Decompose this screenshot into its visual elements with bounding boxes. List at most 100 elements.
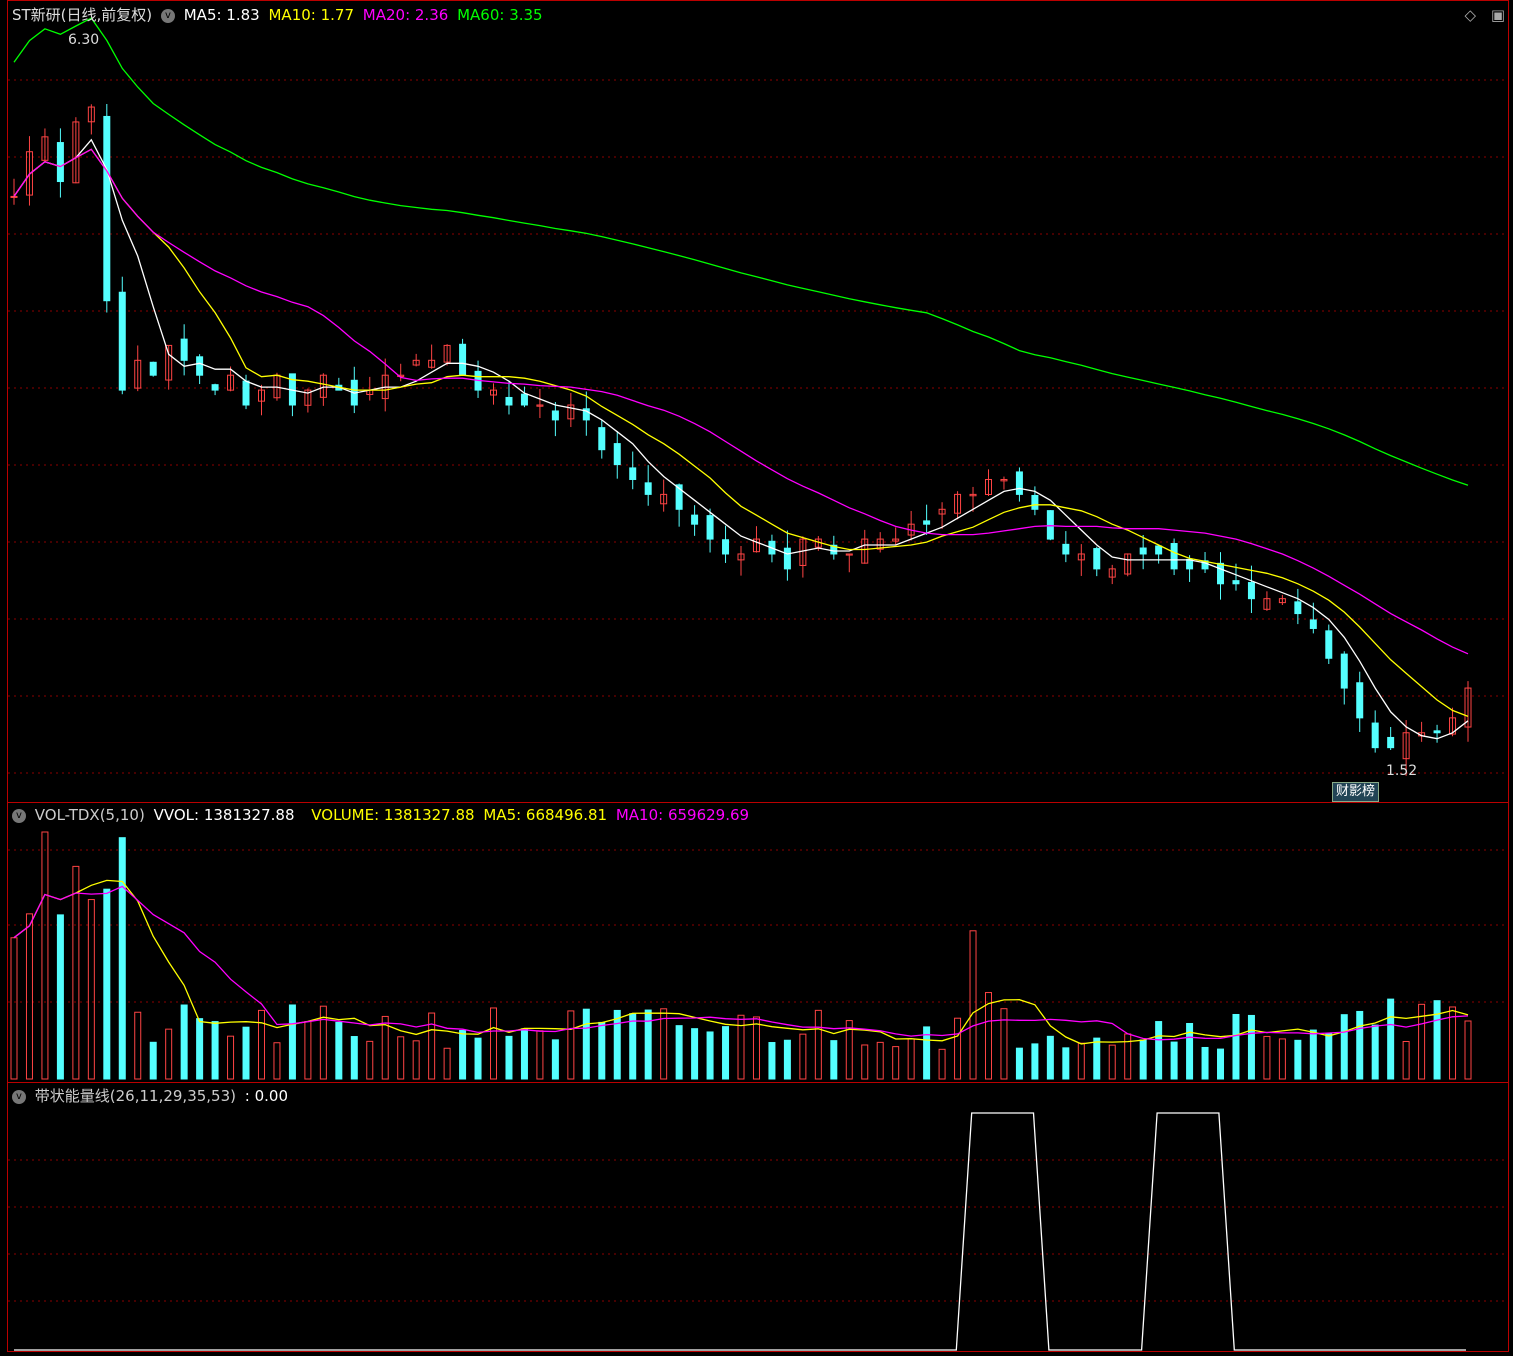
candle-body — [1093, 548, 1101, 570]
volume-bar — [490, 1007, 498, 1080]
energy-line — [14, 1112, 1466, 1351]
chart-canvas[interactable] — [0, 0, 1513, 1356]
candle-body — [1232, 580, 1240, 585]
volume-bar — [103, 888, 111, 1080]
volume-bar — [242, 1026, 250, 1080]
ma20-label: MA20: 2.36 — [362, 6, 449, 24]
candle-body — [598, 427, 606, 451]
dragon-tiger-badge[interactable]: 财影榜 — [1332, 782, 1380, 802]
volume-bar — [1232, 1013, 1240, 1080]
volume-bar — [366, 1040, 374, 1080]
volume-bar — [412, 1040, 420, 1080]
volume-bar — [861, 1044, 869, 1080]
volume-bar — [350, 1036, 358, 1080]
high-price-label: 6.30 — [68, 32, 100, 48]
volume-bar — [1263, 1035, 1271, 1080]
volume-bar — [675, 1025, 683, 1080]
ma60-label: MA60: 3.35 — [457, 6, 543, 24]
volume-indicator-name[interactable]: VOL-TDX(5,10) — [35, 806, 145, 824]
window-icon[interactable]: ▣ — [1491, 6, 1505, 24]
volume-bar — [134, 1011, 142, 1080]
volume-bar — [1170, 1041, 1178, 1080]
volume-bar — [907, 1038, 915, 1080]
volume-bar — [1015, 1047, 1023, 1080]
volume-bar — [1464, 1020, 1472, 1080]
candle-body — [1155, 545, 1163, 555]
volume-bar — [799, 1033, 807, 1080]
candle-body — [1356, 682, 1364, 719]
energy-value-label: : 0.00 — [244, 1087, 289, 1105]
volume-bar — [1217, 1048, 1225, 1080]
volume-bar — [567, 1010, 575, 1080]
volume-bar — [505, 1035, 513, 1080]
candle-body — [923, 520, 931, 525]
chevron-down-icon[interactable]: v — [12, 808, 26, 823]
candle-body — [1340, 653, 1348, 689]
volume-bar — [954, 1017, 962, 1080]
volume-bar — [783, 1039, 791, 1080]
volume-bar — [1155, 1021, 1163, 1080]
chevron-down-icon[interactable]: v — [160, 8, 175, 23]
candle-body — [1217, 562, 1225, 585]
volume-bar — [1309, 1029, 1317, 1080]
top-right-icons: ◇ ▣ — [1454, 6, 1505, 24]
candle-body — [1325, 630, 1333, 659]
volume-bar — [1278, 1038, 1286, 1080]
volume-bar — [1325, 1033, 1333, 1080]
candle-body — [1031, 494, 1039, 510]
volume-bar — [1356, 1010, 1364, 1080]
candle-body — [196, 356, 204, 376]
volume-bar — [1340, 1014, 1348, 1080]
volume-bar — [536, 1030, 544, 1080]
volume-bar — [706, 1031, 714, 1080]
volume-panel-header: v VOL-TDX(5,10) VVOL: 1381327.88 VOLUME:… — [12, 805, 753, 825]
volume-bar — [876, 1041, 884, 1080]
candle-body — [520, 393, 528, 406]
stock-title[interactable]: ST新研(日线,前复权) — [12, 6, 152, 24]
volume-bar — [551, 1039, 559, 1080]
volume-label: VOLUME: 1381327.88 — [311, 806, 475, 824]
volume-bar — [691, 1028, 699, 1080]
candle-body — [103, 115, 111, 302]
candle-body — [1387, 736, 1395, 749]
chevron-down-icon[interactable]: v — [12, 1089, 26, 1104]
volume-bar — [1031, 1043, 1039, 1080]
volume-bar — [1201, 1046, 1209, 1080]
volume-bar — [118, 837, 126, 1080]
candle-body — [1170, 543, 1178, 570]
candle-body — [505, 396, 513, 406]
volume-bar — [211, 1021, 219, 1080]
volume-bar — [629, 1013, 637, 1080]
volume-bar — [1139, 1039, 1147, 1080]
volume-bar — [768, 1042, 776, 1080]
volume-bar — [180, 1004, 188, 1080]
volume-bar — [288, 1004, 296, 1080]
candle-body — [691, 514, 699, 525]
candle-body — [211, 384, 219, 391]
volume-bar — [520, 1028, 528, 1080]
volume-bar — [257, 1009, 265, 1080]
candle-body — [180, 338, 188, 361]
volume-bar — [459, 1030, 467, 1080]
volume-bar — [41, 831, 49, 1080]
energy-panel-header: v 带状能量线(26,11,29,35,53) : 0.00 — [12, 1086, 292, 1106]
volume-bar — [938, 1048, 946, 1080]
vol-ma5-label: MA5: 668496.81 — [483, 806, 608, 824]
volume-bar — [72, 865, 80, 1080]
volume-bar — [25, 913, 33, 1080]
candle-body — [1139, 547, 1147, 555]
candle-body — [1046, 510, 1054, 540]
volume-bar — [1077, 1042, 1085, 1080]
diamond-icon[interactable]: ◇ — [1464, 6, 1476, 24]
energy-indicator-name[interactable]: 带状能量线(26,11,29,35,53) — [35, 1087, 236, 1105]
candle-body — [706, 515, 714, 540]
vol-ma10-label: MA10: 659629.69 — [615, 806, 750, 824]
candle-body — [56, 142, 64, 183]
volume-bar — [227, 1035, 235, 1080]
ma60-line — [13, 17, 1469, 486]
volume-bar — [1062, 1047, 1070, 1080]
volume-bar — [1108, 1044, 1116, 1080]
volume-bar — [752, 1016, 760, 1080]
candle-body — [1015, 471, 1023, 495]
volume-bar — [613, 1009, 621, 1080]
